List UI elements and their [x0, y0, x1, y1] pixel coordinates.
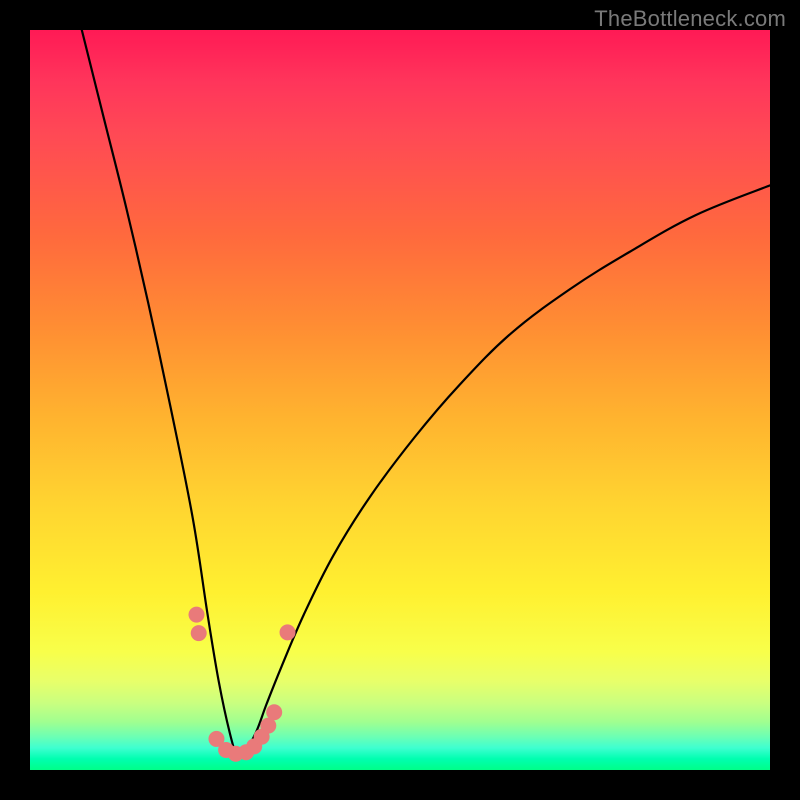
markers-group: [189, 607, 296, 762]
watermark-text: TheBottleneck.com: [594, 6, 786, 32]
data-marker: [280, 624, 296, 640]
data-marker: [266, 704, 282, 720]
bottleneck-chart: [30, 30, 770, 770]
data-marker: [189, 607, 205, 623]
bottleneck-curve: [82, 30, 770, 757]
plot-area: [30, 30, 770, 770]
data-marker: [191, 625, 207, 641]
